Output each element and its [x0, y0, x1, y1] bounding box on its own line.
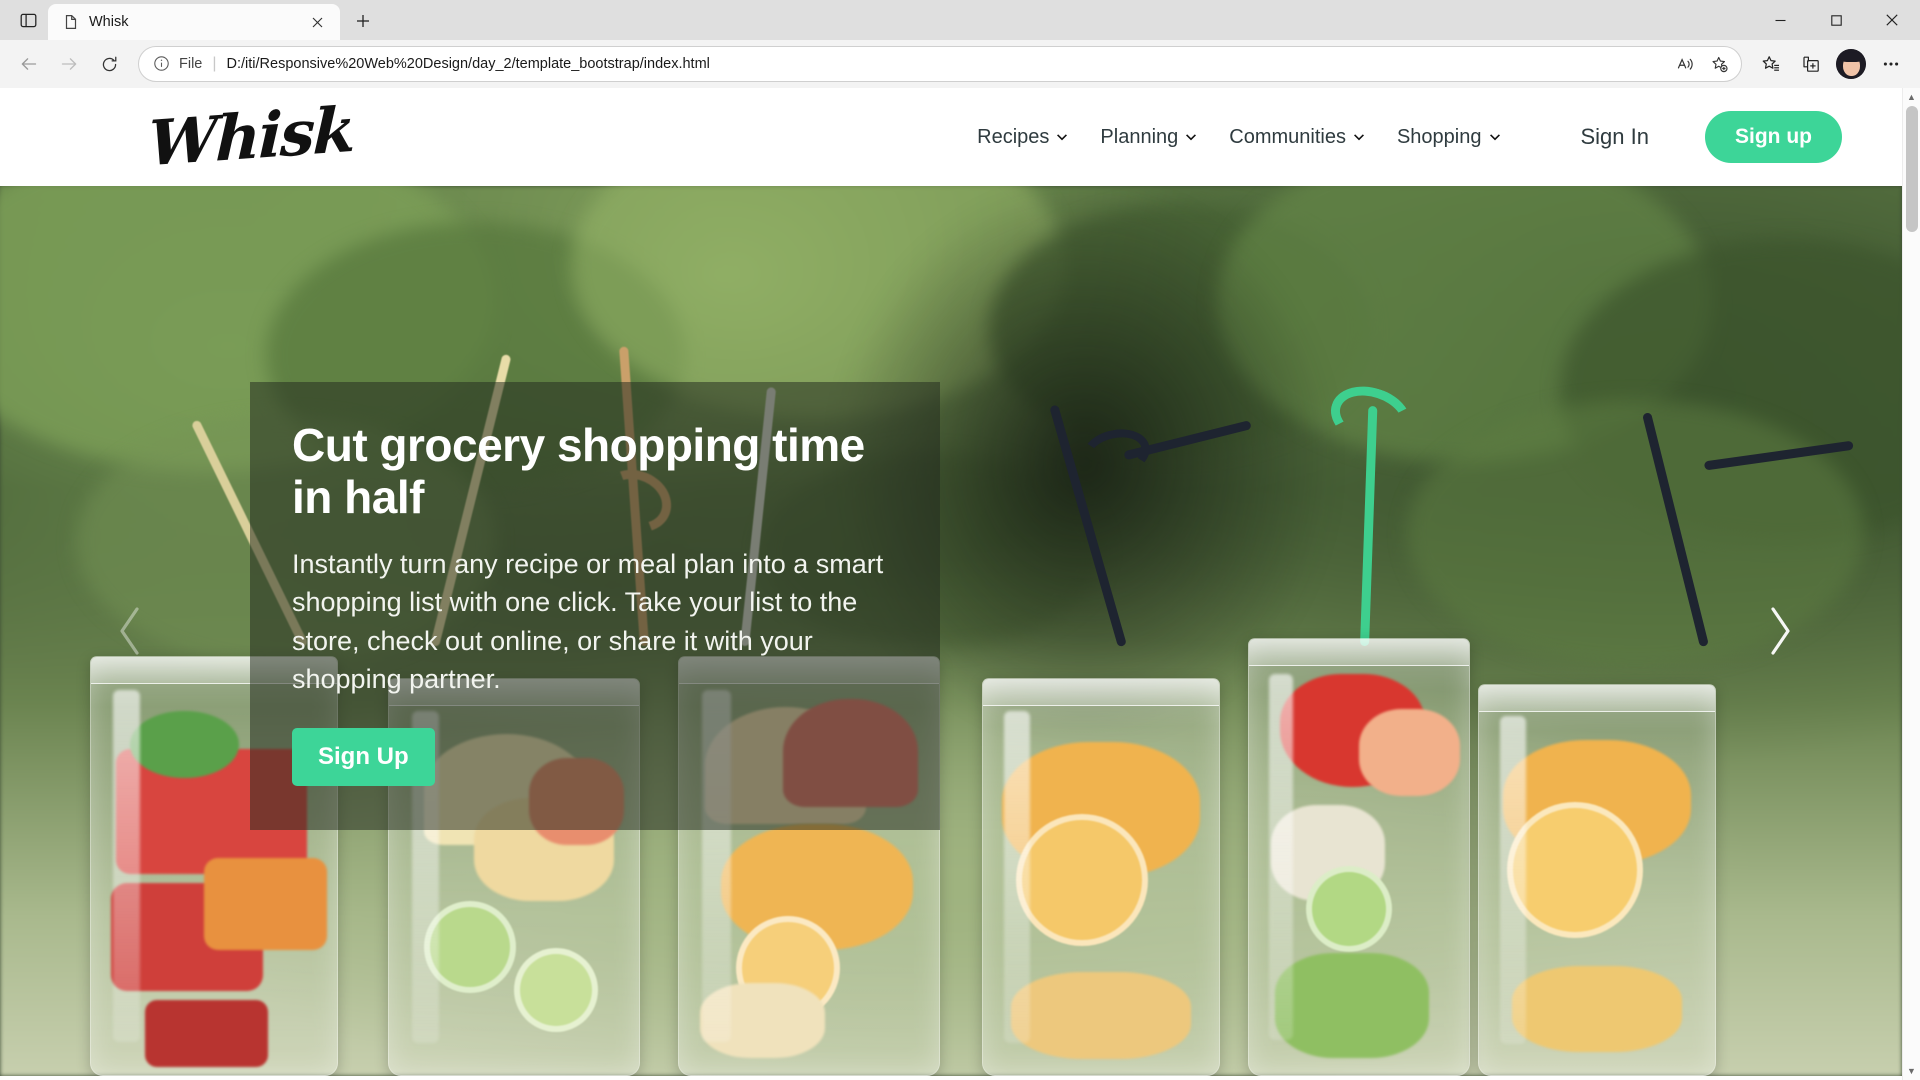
window-close-icon[interactable]: [1864, 0, 1920, 40]
chevron-down-icon: [1489, 134, 1501, 142]
hero-headline: Cut grocery shopping time in half: [292, 419, 865, 523]
chevron-down-icon: [1185, 134, 1197, 142]
nav-item-shopping[interactable]: Shopping: [1397, 126, 1501, 149]
hero-text-overlay: Cut grocery shopping time in half Instan…: [250, 382, 940, 831]
url-scheme-label: File: [179, 56, 203, 72]
page-scrollbar[interactable]: ▲ ▼: [1902, 88, 1920, 1080]
forward-arrow-icon[interactable]: [50, 45, 88, 83]
nav-label: Recipes: [977, 125, 1050, 148]
avatar: [1836, 49, 1866, 79]
sign-up-button[interactable]: Sign up: [1705, 111, 1842, 163]
chevron-down-icon: [1353, 134, 1365, 142]
scroll-up-icon[interactable]: ▲: [1903, 88, 1920, 106]
tab-title: Whisk: [89, 14, 129, 30]
add-favorite-star-icon[interactable]: [1703, 48, 1735, 80]
plus-icon[interactable]: [346, 4, 380, 38]
nav-label: Shopping: [1396, 125, 1482, 148]
site-logo[interactable]: Whisk: [147, 93, 355, 181]
url-text[interactable]: D:/iti/Responsive%20Web%20Design/day_2/t…: [227, 56, 1661, 72]
collections-icon[interactable]: [1792, 45, 1830, 83]
close-icon[interactable]: [304, 9, 330, 35]
sign-in-link[interactable]: Sign In: [1581, 124, 1650, 150]
chevron-right-icon[interactable]: [1744, 586, 1814, 676]
minimize-icon[interactable]: [1752, 0, 1808, 40]
nav-label: Communities: [1229, 125, 1346, 148]
chevron-down-icon: [1056, 134, 1068, 142]
browser-window: Whisk File | D:/iti/Responsive%20Web%20D…: [0, 0, 1920, 1080]
read-aloud-icon[interactable]: [1669, 48, 1701, 80]
nav-item-planning[interactable]: Planning: [1100, 126, 1197, 149]
tab-strip: Whisk: [0, 0, 1920, 40]
scrollbar-thumb[interactable]: [1906, 106, 1918, 232]
hero-sign-up-button[interactable]: Sign Up: [292, 728, 435, 787]
hero-subtext: Instantly turn any recipe or meal plan i…: [292, 549, 884, 695]
omnibox-actions: [1669, 48, 1735, 80]
refresh-icon[interactable]: [90, 45, 128, 83]
omnibox-divider: |: [212, 55, 217, 72]
hero-carousel: Cut grocery shopping time in half Instan…: [0, 186, 1902, 1076]
scroll-down-icon[interactable]: ▼: [1903, 1062, 1920, 1080]
nav-item-recipes[interactable]: Recipes: [977, 126, 1068, 149]
site-header: Whisk Recipes Planning Communities Shopp…: [0, 88, 1902, 186]
nav-item-communities[interactable]: Communities: [1229, 126, 1365, 149]
profile-avatar-icon[interactable]: [1832, 45, 1870, 83]
ellipsis-icon[interactable]: [1872, 45, 1910, 83]
back-arrow-icon[interactable]: [10, 45, 48, 83]
main-navigation: Recipes Planning Communities Shopping Si…: [977, 111, 1842, 163]
page-viewport: Whisk Recipes Planning Communities Shopp…: [0, 88, 1920, 1080]
maximize-icon[interactable]: [1808, 0, 1864, 40]
browser-toolbar: File | D:/iti/Responsive%20Web%20Design/…: [0, 40, 1920, 88]
toolbar-actions: [1752, 45, 1910, 83]
whisk-page: Whisk Recipes Planning Communities Shopp…: [0, 88, 1902, 1080]
info-circle-icon[interactable]: [153, 55, 171, 73]
chevron-left-icon[interactable]: [96, 586, 166, 676]
nav-label: Planning: [1100, 125, 1179, 148]
tab-search-icon[interactable]: [8, 3, 48, 37]
address-bar[interactable]: File | D:/iti/Responsive%20Web%20Design/…: [138, 46, 1742, 82]
page-icon: [62, 14, 79, 31]
browser-tab[interactable]: Whisk: [48, 4, 340, 40]
favorites-star-icon[interactable]: [1752, 45, 1790, 83]
window-controls: [1752, 0, 1920, 40]
